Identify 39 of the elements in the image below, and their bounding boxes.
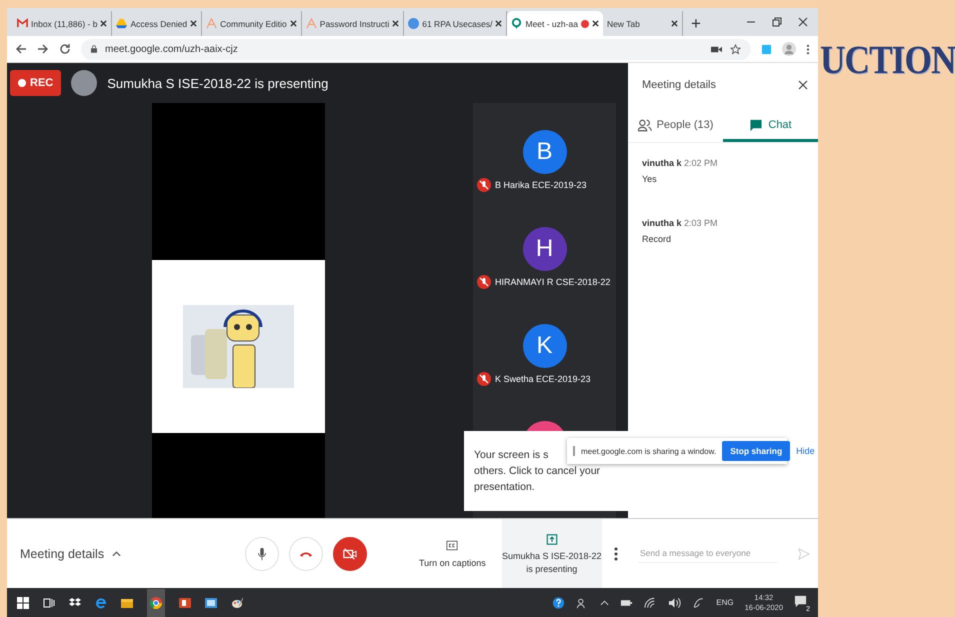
- panel-title: Meeting details: [642, 79, 716, 91]
- meeting-details-button[interactable]: Meeting details: [7, 538, 245, 568]
- stop-sharing-button[interactable]: Stop sharing: [722, 441, 790, 461]
- browser-tab[interactable]: Meet - uzh-aa: [507, 11, 603, 36]
- tab-title: Meet - uzh-aa: [525, 18, 578, 28]
- url-text: meet.google.com/uzh-aaix-cjz: [105, 44, 239, 54]
- address-bar[interactable]: meet.google.com/uzh-aaix-cjz: [81, 38, 751, 60]
- language-indicator[interactable]: ENG: [716, 598, 734, 607]
- presenting-button[interactable]: Sumukha S ISE-2018-22 is presenting: [502, 519, 602, 588]
- tab-title: 61 RPA Usecases/: [422, 18, 492, 28]
- tooltip-text: Your screen is s: [474, 448, 548, 463]
- tab-title: Community Editio: [220, 18, 287, 28]
- message-sender: vinutha k: [642, 158, 682, 168]
- message-time: 2:03 PM: [684, 218, 718, 228]
- participant-name: HIRANMAYI R CSE-2018-22: [495, 277, 610, 287]
- hide-link[interactable]: Hide: [796, 446, 815, 456]
- presenter-caption: Sumukha S ISE-2018-22 is presenting: [107, 76, 328, 90]
- sharing-message: meet.google.com is sharing a window.: [581, 446, 716, 456]
- participant-name: K Swetha ECE-2019-23: [495, 374, 591, 384]
- tooltip-text: presentation.: [474, 480, 535, 495]
- panel-tab[interactable]: Chat: [723, 111, 818, 142]
- participant-name: B Harika ECE-2019-23: [495, 180, 587, 190]
- tab-title: Password Instructi: [320, 18, 390, 28]
- tab-title: Inbox (11,886) - b: [31, 18, 98, 28]
- tab-title: Access Denied: [130, 18, 188, 28]
- panel-tab[interactable]: People (13): [628, 111, 723, 142]
- message-time: 2:02 PM: [684, 158, 718, 168]
- participant-avatar: B: [522, 130, 566, 174]
- message-text: Yes: [642, 173, 658, 186]
- participant-avatar: H: [522, 227, 566, 271]
- message-text: Record: [642, 233, 672, 246]
- new-tab-button[interactable]: +: [682, 11, 709, 36]
- message-sender: vinutha k: [642, 218, 682, 228]
- slide-heading: UCTION: [820, 36, 955, 83]
- rec-label: REC: [30, 77, 54, 89]
- participant-avatar: K: [522, 324, 566, 368]
- tooltip-text: others. Click to cancel your: [474, 464, 600, 479]
- tab-title: New Tab: [606, 18, 641, 28]
- captions-button[interactable]: Turn on captions: [413, 538, 492, 568]
